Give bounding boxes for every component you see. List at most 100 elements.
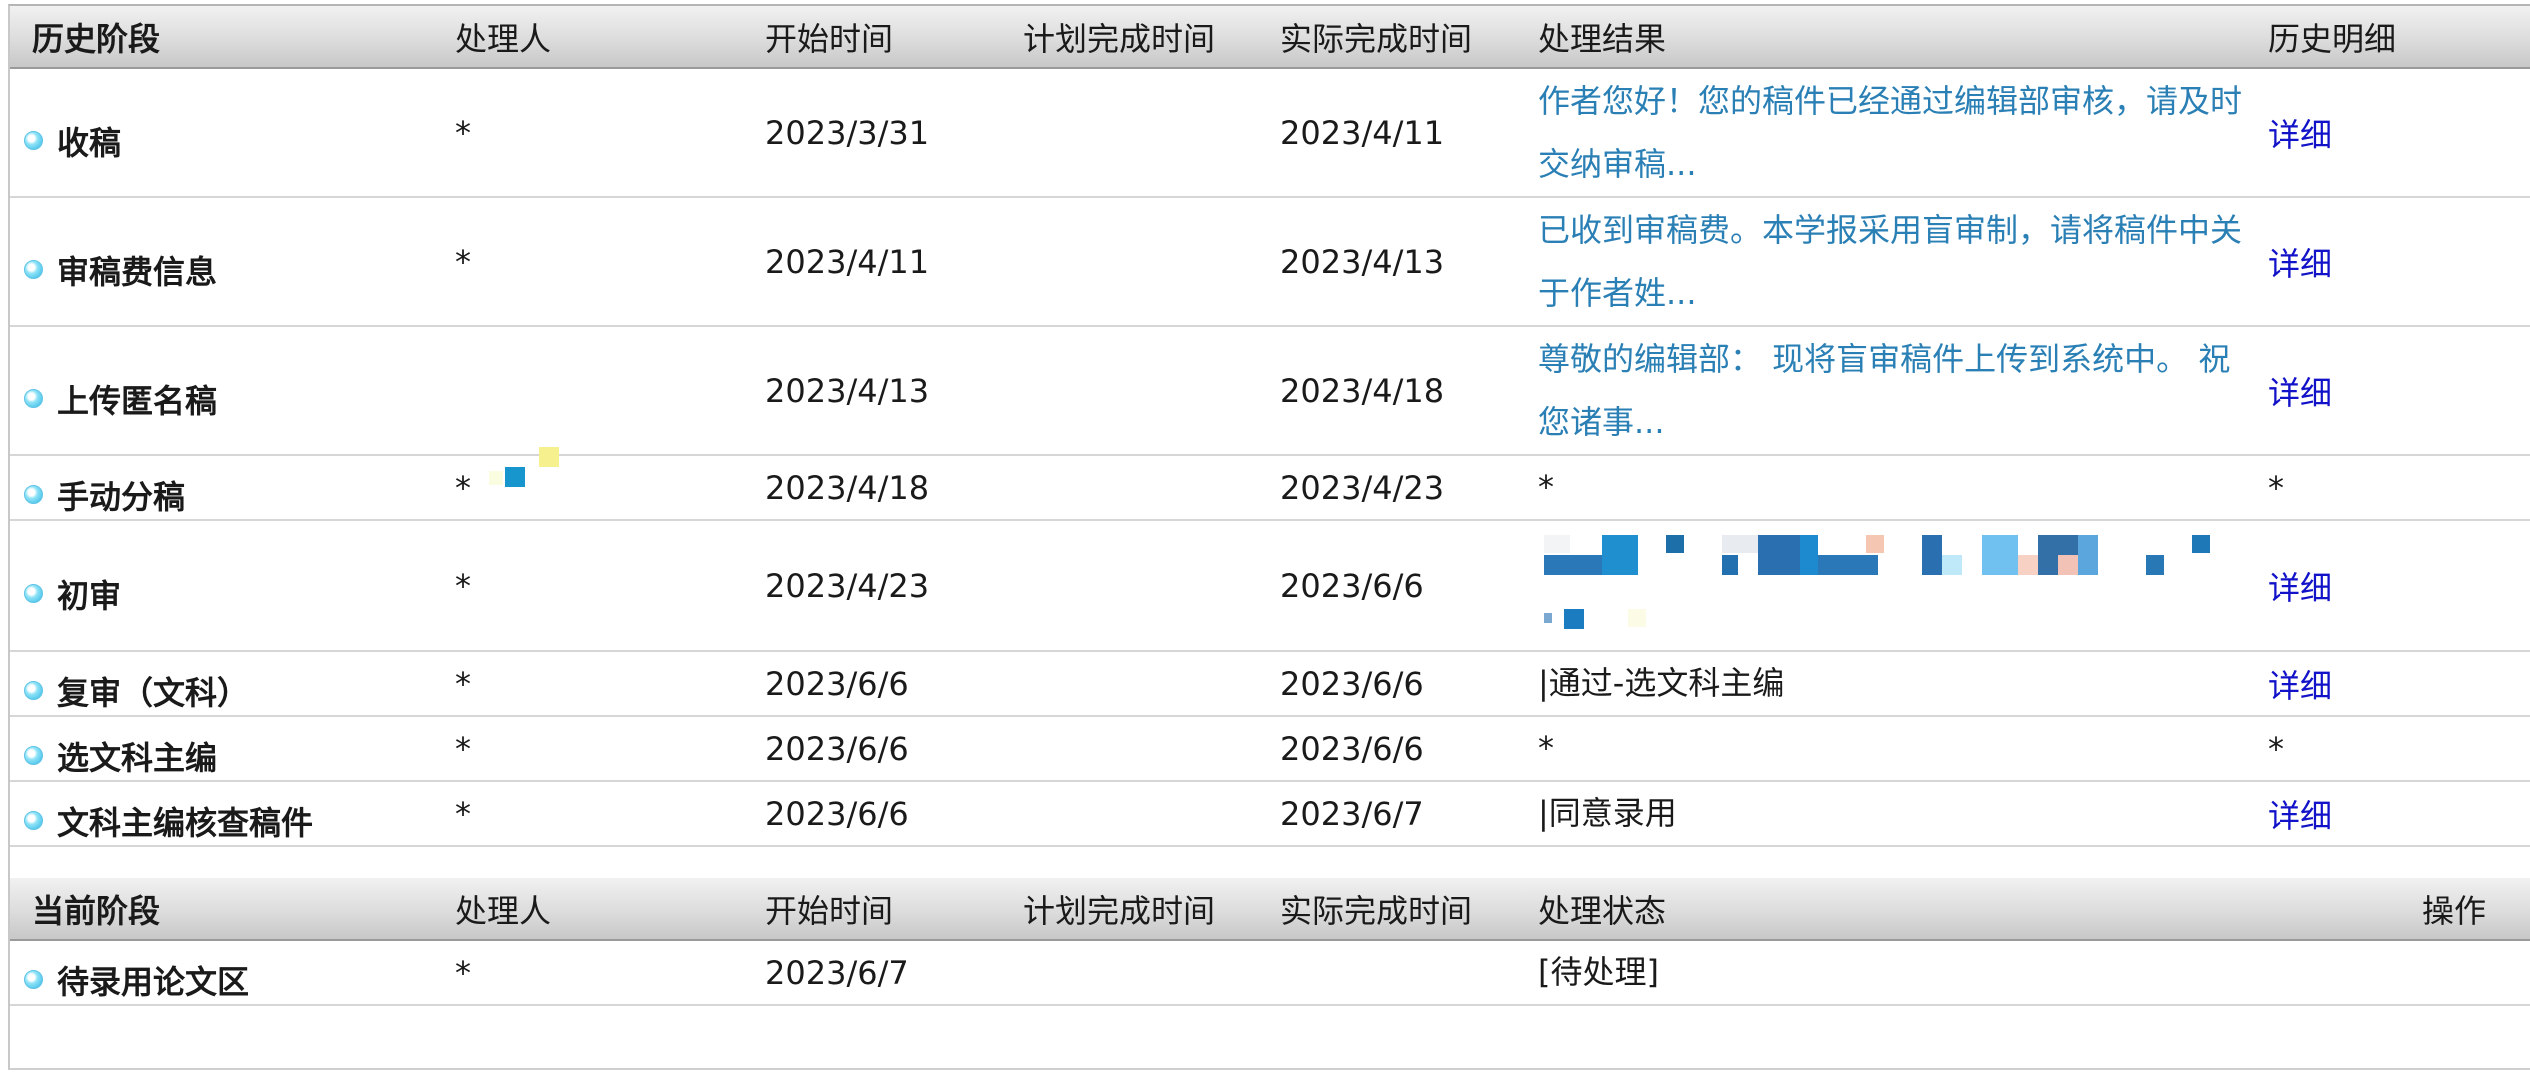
table-row: 复审（文科） * 2023/6/6 2023/6/6 |通过-选文科主编 详细 [10,651,2530,717]
col-planned-time: 计划完成时间 [1023,6,1280,69]
stage-bullet-icon [24,745,43,765]
col-status: 处理状态 [1538,878,2268,941]
stage-bullet-icon [24,130,43,150]
stage-bullet-icon [24,969,43,989]
start-time-cell: 2023/4/18 [765,455,1023,521]
planned-time-cell [1023,520,1280,652]
handler-cell: * [455,781,765,847]
current-header-row: 当前阶段 处理人 开始时间 计划完成时间 实际完成时间 处理状态 操作 [10,878,2530,941]
table-row: 待录用论文区 * 2023/6/7 [待处理] [10,940,2530,1006]
table-row: 上传匿名稿 2023/4/13 2023/4/18 尊敬的编辑部： 现将盲审稿件… [10,326,2530,487]
planned-time-cell [1023,940,1280,1006]
actual-time-cell: 2023/6/6 [1280,520,1538,652]
planned-time-cell [1023,716,1280,782]
start-time-cell: 2023/3/31 [765,68,1023,198]
col-history-stage: 历史阶段 [10,6,455,69]
col-start-time: 开始时间 [765,878,1023,941]
stage-bullet-icon [24,680,43,700]
start-time-cell: 2023/6/7 [765,940,1023,1006]
result-cell: |通过-选文科主编 [1538,651,2268,717]
stage-name: 上传匿名稿 [57,381,218,420]
handler-cell: * [455,651,765,717]
col-result: 处理结果 [1538,6,2268,69]
actual-time-cell: 2023/4/13 [1280,197,1538,327]
detail-link[interactable]: 详细 [2268,569,2332,607]
history-header-row: 历史阶段 处理人 开始时间 计划完成时间 实际完成时间 处理结果 历史明细 [10,6,2530,69]
stage-name: 选文科主编 [57,738,218,777]
table-row: 文科主编核查稿件 * 2023/6/6 2023/6/7 |同意录用 详细 [10,781,2530,847]
table-row: 初审 * 2023/4/23 2023/6/6 详细 [10,520,2530,652]
start-time-cell: 2023/6/6 [765,651,1023,717]
col-planned-time: 计划完成时间 [1023,878,1280,941]
current-table: 当前阶段 处理人 开始时间 计划完成时间 实际完成时间 处理状态 操作 待录用论… [10,878,2530,1045]
result-cell: * [1538,455,2268,521]
action-cell [2268,940,2530,1006]
col-actual-time: 实际完成时间 [1280,878,1538,941]
col-current-stage: 当前阶段 [10,878,455,941]
stage-bullet-icon [24,388,43,408]
handler-cell: * [455,940,765,1006]
actual-time-cell: 2023/4/11 [1280,68,1538,198]
detail-cell: * [2268,455,2530,521]
actual-time-cell: 2023/4/18 [1280,326,1538,456]
actual-time-cell [1280,940,1538,1006]
planned-time-cell [1023,326,1280,456]
detail-cell: * [2268,716,2530,782]
stage-name: 待录用论文区 [57,962,250,1001]
stage-name: 初审 [57,576,122,615]
table-spacer [10,1005,2530,1045]
col-start-time: 开始时间 [765,6,1023,69]
detail-link[interactable]: 详细 [2268,667,2332,705]
table-row: 手动分稿 * 2023/4/18 2023/4/23 * * [10,455,2530,521]
result-cell-redacted [1538,520,2268,652]
start-time-cell: 2023/4/11 [765,197,1023,327]
start-time-cell: 2023/6/6 [765,716,1023,782]
handler-cell: * [455,455,765,521]
status-cell: [待处理] [1538,940,2268,1006]
start-time-cell: 2023/4/23 [765,520,1023,652]
table-row: 选文科主编 * 2023/6/6 2023/6/6 * * [10,716,2530,782]
stage-name: 文科主编核查稿件 [57,803,314,842]
detail-link[interactable]: 详细 [2268,797,2332,835]
handler-cell: * [455,716,765,782]
actual-time-cell: 2023/4/23 [1280,455,1538,521]
handler-cell: * [455,520,765,652]
stage-bullet-icon [24,259,43,279]
actual-time-cell: 2023/6/7 [1280,781,1538,847]
table-row: 审稿费信息 * 2023/4/11 2023/4/13 已收到审稿费。本学报采用… [10,197,2530,327]
col-handler: 处理人 [455,878,765,941]
planned-time-cell [1023,68,1280,198]
detail-link[interactable]: 详细 [2268,116,2332,154]
history-table: 历史阶段 处理人 开始时间 计划完成时间 实际完成时间 处理结果 历史明细 收稿… [10,6,2530,886]
stage-bullet-icon [24,810,43,830]
result-link[interactable]: 已收到审稿费。本学报采用盲审制，请将稿件中关 于作者姓... [1538,197,2268,327]
detail-link[interactable]: 详细 [2268,245,2332,283]
planned-time-cell [1023,781,1280,847]
col-history-detail: 历史明细 [2268,6,2530,69]
redacted-result-image [1538,521,2244,650]
result-link[interactable]: 作者您好！您的稿件已经通过编辑部审核，请及时 交纳审稿... [1538,68,2268,198]
start-time-cell: 2023/6/6 [765,781,1023,847]
stage-name: 复审（文科） [57,673,250,712]
actual-time-cell: 2023/6/6 [1280,651,1538,717]
handler-cell: * [455,68,765,198]
handler-cell: * [455,197,765,327]
handler-cell-redacted [455,326,765,487]
start-time-cell: 2023/4/13 [765,326,1023,456]
stage-name: 审稿费信息 [57,252,218,291]
col-handler: 处理人 [455,6,765,69]
planned-time-cell [1023,197,1280,327]
result-link[interactable]: 尊敬的编辑部： 现将盲审稿件上传到系统中。 祝您诸事... [1538,326,2268,456]
stage-name: 手动分稿 [57,477,186,516]
stage-bullet-icon [24,484,43,504]
result-cell: * [1538,716,2268,782]
planned-time-cell [1023,651,1280,717]
col-action: 操作 [2268,878,2530,941]
planned-time-cell [1023,455,1280,521]
col-actual-time: 实际完成时间 [1280,6,1538,69]
stage-bullet-icon [24,583,43,603]
detail-link[interactable]: 详细 [2268,374,2332,412]
result-cell: |同意录用 [1538,781,2268,847]
actual-time-cell: 2023/6/6 [1280,716,1538,782]
table-row: 收稿 * 2023/3/31 2023/4/11 作者您好！您的稿件已经通过编辑… [10,68,2530,198]
